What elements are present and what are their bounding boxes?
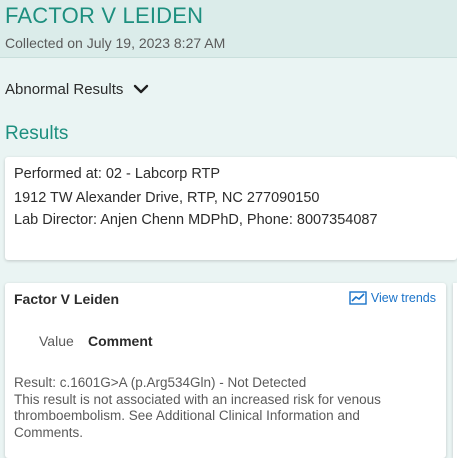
results-section-title: Results	[5, 123, 69, 144]
abnormal-results-label: Abnormal Results	[5, 80, 124, 98]
result-header: FACTOR V LEIDEN Collected on July 19, 20…	[0, 0, 457, 58]
lab-director-line: Lab Director: Anjen Chenn MDPhD, Phone: …	[14, 212, 378, 228]
chevron-down-icon	[134, 84, 149, 94]
comment-line: This result is not associated with an in…	[14, 391, 381, 407]
comment-line: Result: c.1601G>A (p.Arg534Gln) - Not De…	[14, 375, 307, 390]
comment-column-header: Comment	[88, 333, 153, 349]
performing-lab-card: Performed at: 02 - Labcorp RTP 1912 TW A…	[5, 157, 457, 260]
comment-line: Comments.	[14, 424, 84, 440]
component-result-card: Factor V Leiden View trends Value Commen…	[5, 283, 446, 458]
comment-line: thromboembolism. See Additional Clinical…	[14, 408, 360, 423]
performed-at-line: Performed at: 02 - Labcorp RTP	[14, 166, 221, 182]
view-trends-label: View trends	[370, 291, 436, 305]
lab-address-line: 1912 TW Alexander Drive, RTP, NC 2770901…	[14, 190, 320, 206]
view-trends-link[interactable]: View trends	[349, 291, 436, 305]
adjacent-card-edge	[453, 283, 457, 458]
component-name: Factor V Leiden	[14, 291, 120, 307]
value-column-header: Value	[39, 333, 74, 349]
trend-chart-icon	[349, 291, 367, 305]
test-title: FACTOR V LEIDEN	[5, 3, 204, 28]
collection-date: Collected on July 19, 2023 8:27 AM	[5, 35, 226, 51]
abnormal-results-toggle[interactable]: Abnormal Results	[5, 78, 149, 100]
result-comment: Result: c.1601G>A (p.Arg534Gln) - Not De…	[14, 375, 434, 441]
